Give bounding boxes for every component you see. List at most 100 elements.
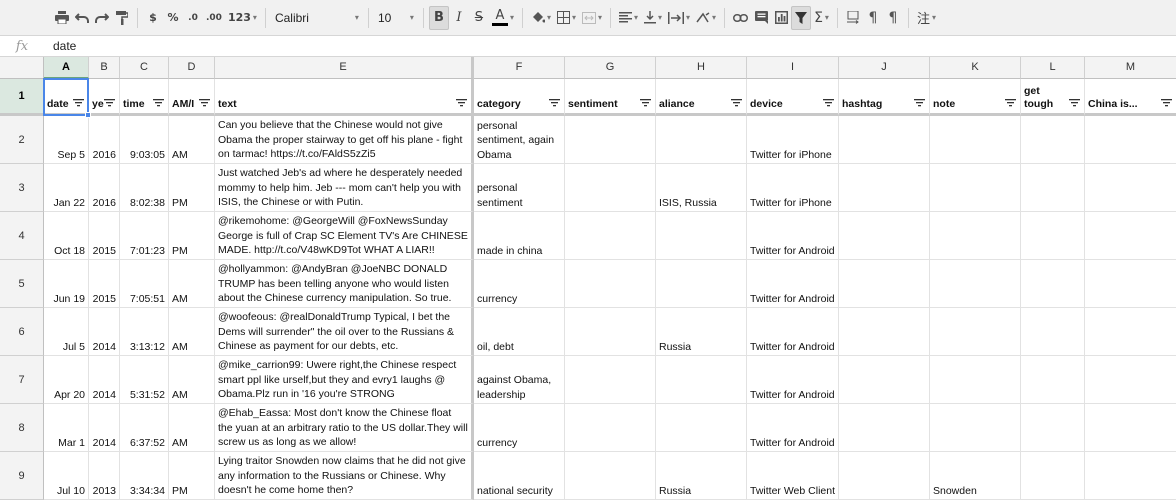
cell-ampm[interactable]: PM [169, 164, 215, 212]
cell-category[interactable]: currency [474, 260, 565, 308]
cell-china[interactable] [1085, 404, 1176, 452]
filter-icon[interactable] [1161, 99, 1172, 107]
cell-ampm[interactable]: AM [169, 116, 215, 164]
header-cell-tough[interactable]: get tough [1021, 79, 1085, 116]
cell-year[interactable]: 2014 [89, 404, 120, 452]
row-header-8[interactable]: 8 [0, 404, 44, 452]
cell-aliance[interactable]: ISIS, Russia [656, 164, 747, 212]
cell-tough[interactable] [1021, 260, 1085, 308]
cell-note[interactable] [930, 116, 1021, 164]
formula-input[interactable]: date [44, 39, 76, 53]
italic-button[interactable]: I [449, 6, 469, 30]
cell-china[interactable] [1085, 212, 1176, 260]
cell-time[interactable]: 7:05:51 [120, 260, 169, 308]
cell-ampm[interactable]: AM [169, 260, 215, 308]
cell-device[interactable]: Twitter for iPhone [747, 116, 839, 164]
cell-time[interactable]: 7:01:23 [120, 212, 169, 260]
cell-date[interactable]: Jul 10 [44, 452, 89, 500]
cell-sentiment[interactable] [565, 164, 656, 212]
column-header-h[interactable]: H [656, 57, 747, 79]
cell-hashtag[interactable] [839, 116, 930, 164]
rtl-icon[interactable]: ¶ [863, 6, 883, 30]
percent-format-button[interactable]: % [163, 6, 183, 30]
cell-aliance[interactable]: Russia [656, 452, 747, 500]
cell-china[interactable] [1085, 116, 1176, 164]
text-color-button[interactable]: A ▾ [489, 6, 517, 30]
cell-note[interactable] [930, 212, 1021, 260]
cell-device[interactable]: Twitter for Android [747, 212, 839, 260]
row-header-5[interactable]: 5 [0, 260, 44, 308]
filter-icon[interactable] [791, 5, 812, 30]
number-format-dropdown[interactable]: 123 ▾ [225, 6, 260, 30]
cell-date[interactable]: Oct 18 [44, 212, 89, 260]
decrease-decimal-button[interactable]: .0 [183, 6, 203, 30]
cell-device[interactable]: Twitter Web Client [747, 452, 839, 500]
select-all-corner[interactable] [0, 57, 44, 79]
cell-device[interactable]: Twitter for iPhone [747, 164, 839, 212]
cell-text[interactable]: Can you believe that the Chinese would n… [215, 116, 474, 164]
cell-aliance[interactable]: Russia [656, 308, 747, 356]
cell-category[interactable]: against Obama, leadership [474, 356, 565, 404]
header-cell-time[interactable]: time [120, 79, 169, 116]
cell-hashtag[interactable] [839, 212, 930, 260]
cell-aliance[interactable] [656, 260, 747, 308]
header-cell-date[interactable]: date [44, 79, 89, 116]
column-header-f[interactable]: F [474, 57, 565, 79]
redo-icon[interactable] [92, 6, 112, 30]
cell-tough[interactable] [1021, 452, 1085, 500]
cell-category[interactable]: currency [474, 404, 565, 452]
link-icon[interactable] [730, 6, 751, 30]
cell-year[interactable]: 2016 [89, 164, 120, 212]
align-left-icon[interactable]: ▾ [616, 6, 641, 30]
borders-icon[interactable]: ▾ [554, 6, 579, 30]
merge-cells-icon[interactable]: ▾ [579, 6, 605, 30]
header-cell-china[interactable]: China is... [1085, 79, 1176, 116]
cell-note[interactable] [930, 164, 1021, 212]
cell-device[interactable]: Twitter for Android [747, 404, 839, 452]
print-icon[interactable] [52, 6, 72, 30]
header-cell-text[interactable]: text [215, 79, 474, 116]
header-cell-year[interactable]: ye [89, 79, 120, 116]
strikethrough-button[interactable]: S [469, 6, 489, 30]
filter-icon[interactable] [104, 99, 115, 107]
cell-note[interactable] [930, 404, 1021, 452]
cell-time[interactable]: 6:37:52 [120, 404, 169, 452]
cell-device[interactable]: Twitter for Android [747, 260, 839, 308]
cell-year[interactable]: 2014 [89, 356, 120, 404]
cell-hashtag[interactable] [839, 164, 930, 212]
column-header-a[interactable]: A [44, 57, 89, 79]
filter-icon[interactable] [823, 99, 834, 107]
increase-decimal-button[interactable]: .00 [203, 6, 225, 30]
row-header-4[interactable]: 4 [0, 212, 44, 260]
header-cell-category[interactable]: category [474, 79, 565, 116]
filter-icon[interactable] [73, 99, 84, 107]
cell-text[interactable]: @mike_carrion99: Uwere right,the Chinese… [215, 356, 474, 404]
cell-tough[interactable] [1021, 404, 1085, 452]
cell-year[interactable]: 2015 [89, 260, 120, 308]
cell-tough[interactable] [1021, 164, 1085, 212]
cell-hashtag[interactable] [839, 308, 930, 356]
text-rotation-icon[interactable]: ▾ [693, 6, 719, 30]
font-size-dropdown[interactable]: 10 ▾ [374, 6, 418, 30]
cell-category[interactable]: personal sentiment [474, 164, 565, 212]
cell-text[interactable]: Lying traitor Snowden now claims that he… [215, 452, 474, 500]
column-header-i[interactable]: I [747, 57, 839, 79]
cell-category[interactable]: made in china [474, 212, 565, 260]
cell-text[interactable]: @rikemohome: @GeorgeWill @FoxNewsSunday … [215, 212, 474, 260]
column-header-j[interactable]: J [839, 57, 930, 79]
filter-icon[interactable] [1005, 99, 1016, 107]
filter-icon[interactable] [456, 99, 467, 107]
header-cell-ampm[interactable]: AM/I [169, 79, 215, 116]
cell-china[interactable] [1085, 164, 1176, 212]
ltr-icon[interactable] [843, 6, 863, 30]
column-header-g[interactable]: G [565, 57, 656, 79]
cell-time[interactable]: 8:02:38 [120, 164, 169, 212]
cell-year[interactable]: 2015 [89, 212, 120, 260]
cell-category[interactable]: personal sentiment, again Obama [474, 116, 565, 164]
cell-note[interactable] [930, 260, 1021, 308]
cell-ampm[interactable]: PM [169, 212, 215, 260]
pilcrow-icon[interactable]: ¶ [883, 6, 903, 30]
column-header-e[interactable]: E [215, 57, 474, 79]
cell-date[interactable]: Sep 5 [44, 116, 89, 164]
cell-note[interactable] [930, 356, 1021, 404]
